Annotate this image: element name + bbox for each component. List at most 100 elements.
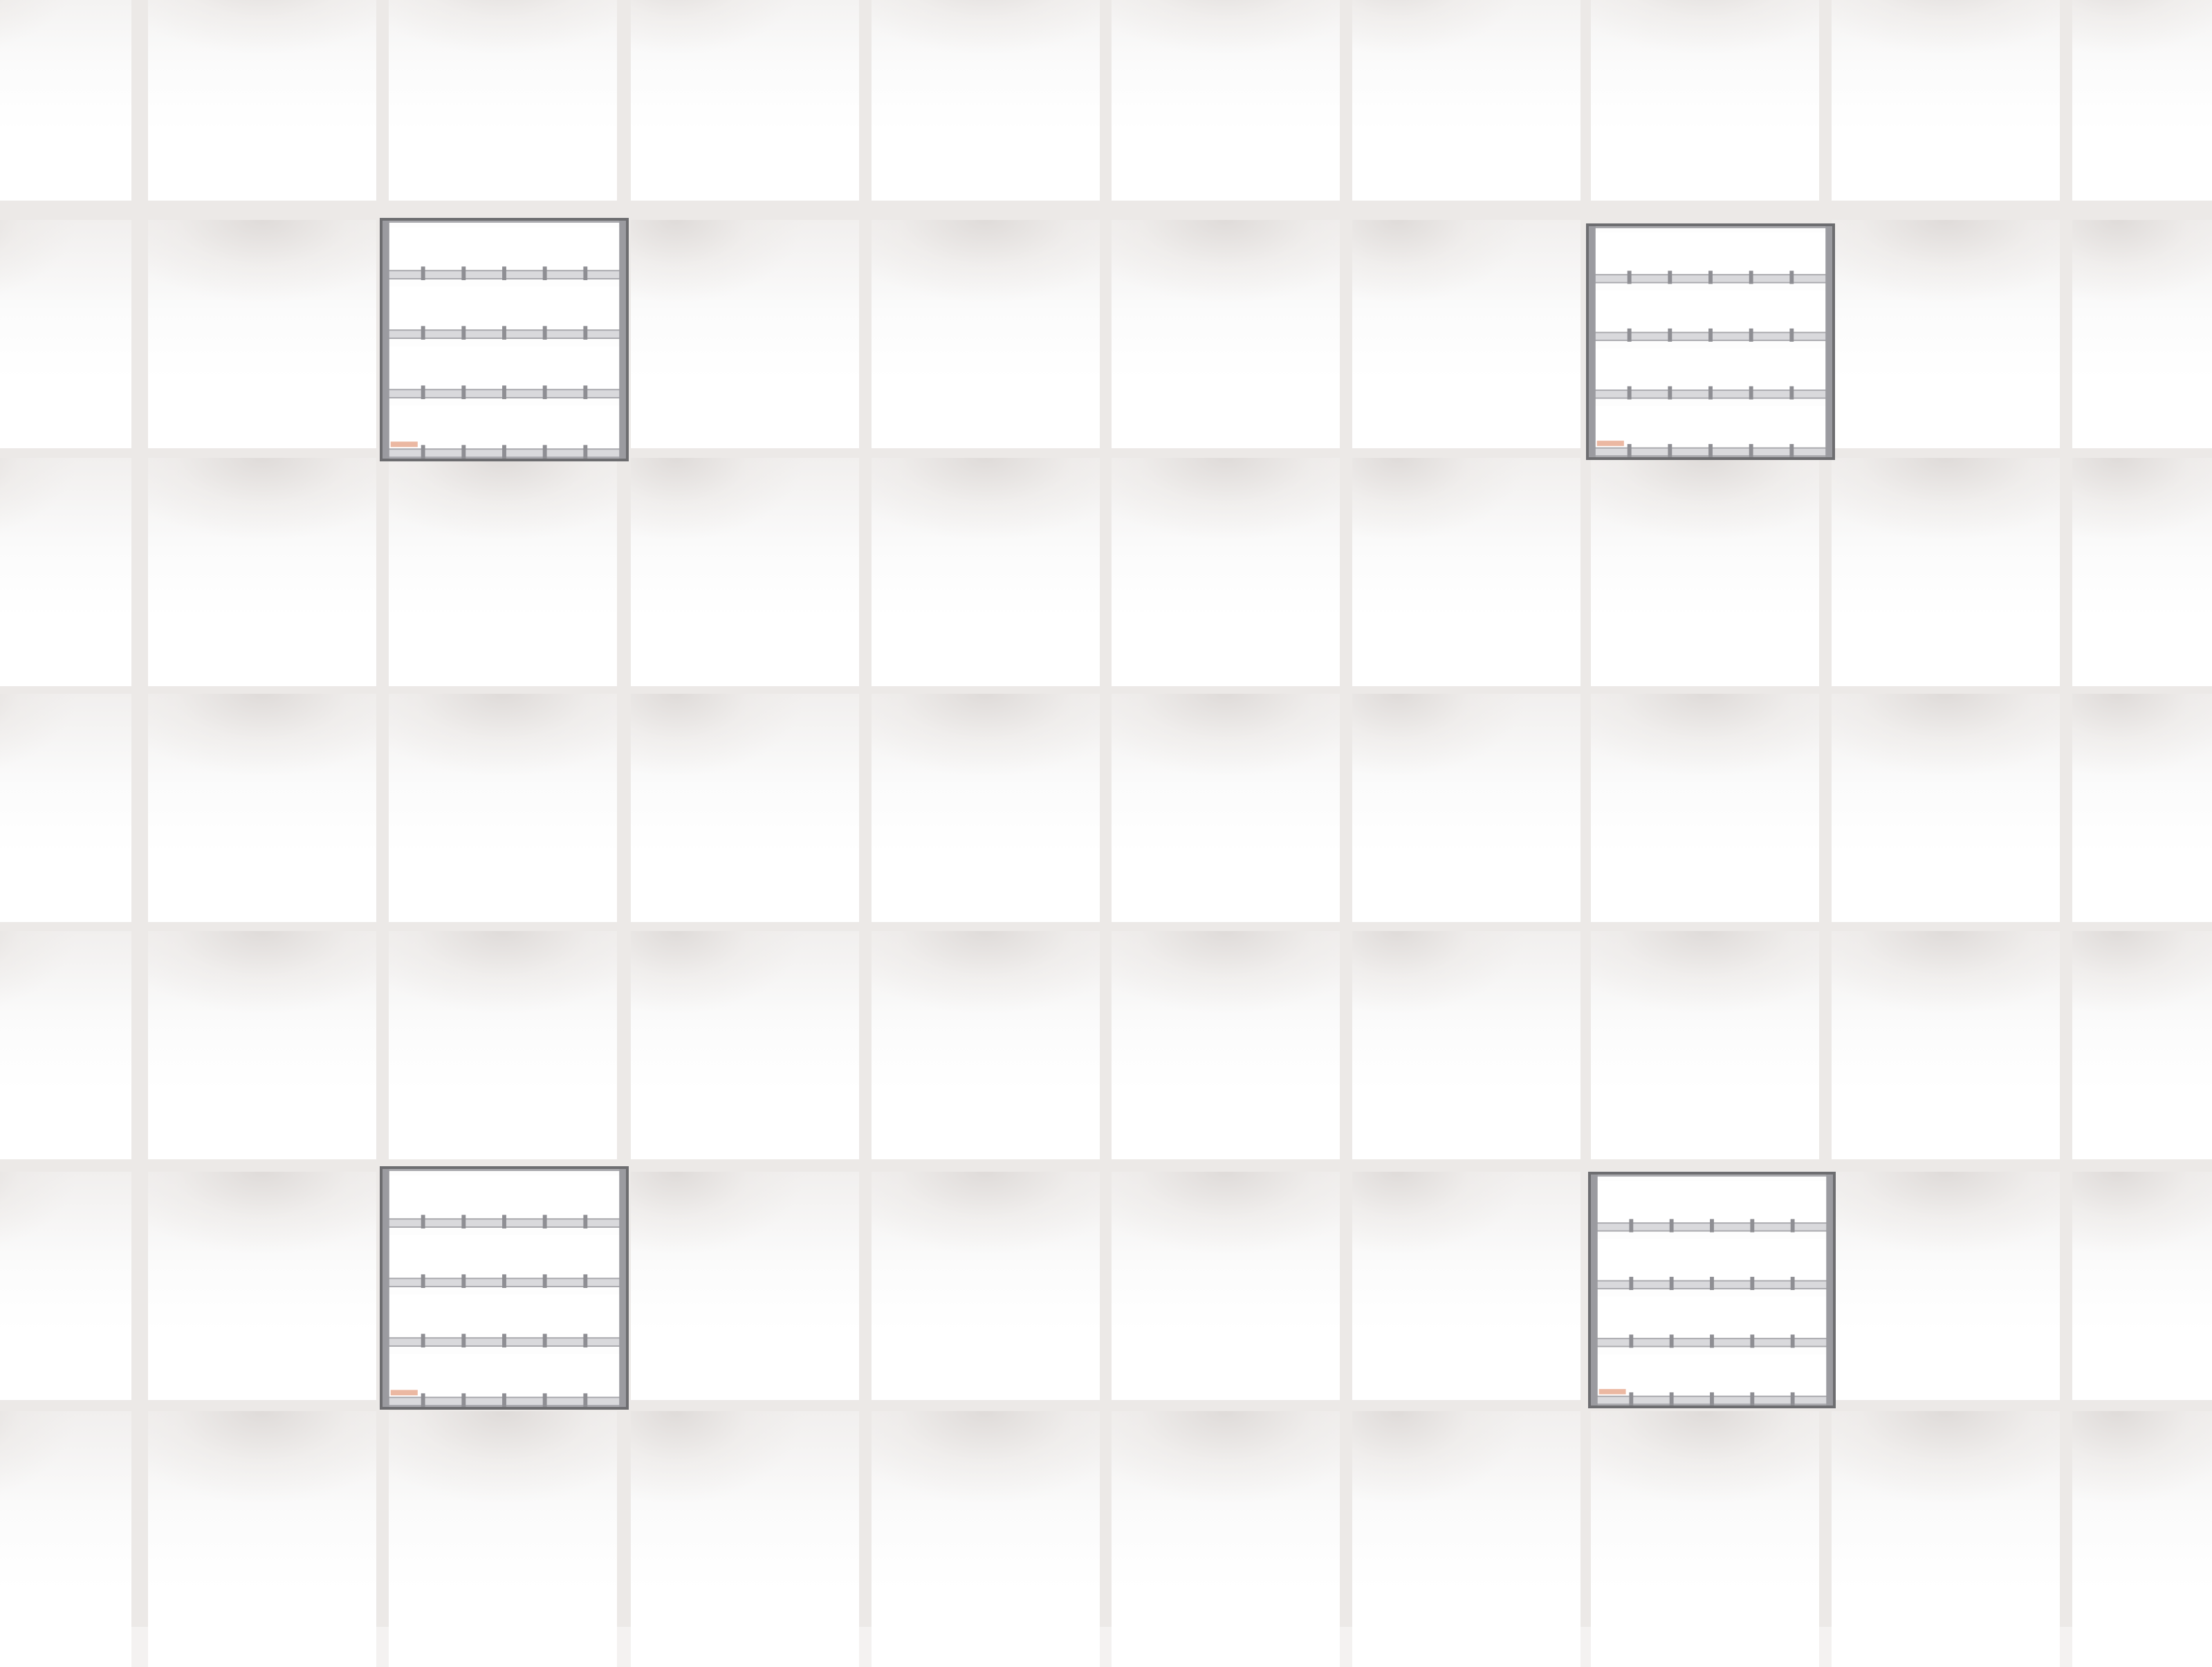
cross-baffle bbox=[542, 385, 547, 399]
fixture-top-right bbox=[1586, 223, 1835, 460]
cross-baffle bbox=[1668, 386, 1672, 400]
ceiling-tile bbox=[872, 0, 1100, 201]
cross-baffle bbox=[421, 1393, 425, 1407]
cross-baffle bbox=[502, 266, 506, 280]
ceiling-tile bbox=[872, 458, 1100, 686]
fixture-rail-left bbox=[1591, 1175, 1598, 1406]
fixture-rail-right bbox=[619, 221, 626, 459]
cross-baffle bbox=[1789, 386, 1794, 400]
ceiling-tile bbox=[148, 931, 376, 1159]
ceiling-tile bbox=[1352, 1411, 1580, 1667]
cross-baffle bbox=[1749, 386, 1753, 400]
cross-baffle bbox=[461, 326, 466, 340]
cross-baffle bbox=[542, 266, 547, 280]
ceiling-tile bbox=[1832, 1172, 2060, 1400]
ceiling-tile bbox=[631, 694, 859, 922]
warm-reflection bbox=[1598, 1389, 1626, 1394]
ceiling-tile bbox=[1832, 458, 2060, 686]
cross-baffle bbox=[542, 1393, 547, 1407]
ceiling-tile bbox=[872, 694, 1100, 922]
ceiling-tile bbox=[389, 1411, 617, 1667]
cross-baffle bbox=[461, 445, 466, 459]
cross-baffle bbox=[1790, 1276, 1795, 1290]
cross-baffle bbox=[1749, 270, 1753, 284]
ceiling-tile bbox=[1832, 1411, 2060, 1667]
cross-baffle bbox=[583, 385, 588, 399]
ceiling-tile bbox=[1832, 220, 2060, 448]
fluorescent-tube bbox=[387, 1354, 621, 1399]
ceiling-tile bbox=[1112, 1411, 1340, 1667]
fixture-louver-icon bbox=[1591, 1175, 1833, 1406]
cross-baffle bbox=[1710, 1276, 1714, 1290]
cross-baffle bbox=[1708, 386, 1713, 400]
cross-baffle bbox=[542, 1274, 547, 1288]
fluorescent-tube bbox=[1594, 348, 1827, 392]
cross-baffle bbox=[1669, 1334, 1674, 1348]
ceiling-tile bbox=[0, 220, 131, 448]
ceiling-tile bbox=[1112, 458, 1340, 686]
ceiling-tile bbox=[1832, 694, 2060, 922]
ceiling-tile bbox=[1352, 0, 1580, 201]
ceiling-tile bbox=[1352, 931, 1580, 1159]
cross-baffle bbox=[1750, 1334, 1755, 1348]
ceiling-tile bbox=[631, 220, 859, 448]
fixture-rail-left bbox=[383, 221, 389, 459]
ceiling-tile bbox=[148, 220, 376, 448]
fixture-rail-right bbox=[1825, 226, 1832, 457]
fixture-louver-icon bbox=[383, 1169, 626, 1407]
cross-baffle bbox=[1629, 1334, 1634, 1348]
fluorescent-tube bbox=[1596, 1181, 1828, 1225]
ceiling-tile bbox=[1832, 931, 2060, 1159]
ceiling-grid bbox=[0, 0, 2212, 1667]
cross-baffle bbox=[1749, 328, 1753, 342]
fluorescent-tube bbox=[387, 286, 621, 332]
cross-baffle bbox=[461, 1215, 466, 1228]
warm-reflection bbox=[1596, 441, 1624, 446]
cross-baffle bbox=[583, 445, 588, 459]
ceiling-tile bbox=[0, 1172, 131, 1400]
fixture-bottom-right bbox=[1588, 1172, 1836, 1408]
fluorescent-tube bbox=[387, 1294, 621, 1340]
cross-baffle bbox=[1627, 328, 1632, 342]
ceiling-tile bbox=[0, 694, 131, 922]
cross-baffle bbox=[502, 1274, 506, 1288]
ceiling-tile bbox=[1591, 1411, 1819, 1667]
cross-baffle bbox=[1790, 1334, 1795, 1348]
cross-baffle bbox=[583, 266, 588, 280]
cross-baffle bbox=[1668, 328, 1672, 342]
cross-baffle bbox=[502, 1334, 506, 1347]
cross-baffle bbox=[1629, 1276, 1634, 1290]
cross-baffle bbox=[1627, 386, 1632, 400]
cross-baffle bbox=[1627, 443, 1632, 457]
cross-baffle bbox=[1789, 270, 1794, 284]
cross-baffle bbox=[421, 266, 425, 280]
ceiling-tile bbox=[2072, 1172, 2212, 1400]
ceiling-tile bbox=[1591, 694, 1819, 922]
cross-baffle bbox=[1669, 1392, 1674, 1406]
ceiling-tile bbox=[2072, 458, 2212, 686]
ceiling-tile bbox=[1832, 0, 2060, 201]
cross-baffle bbox=[583, 1215, 588, 1228]
cross-baffle bbox=[461, 1393, 466, 1407]
ceiling-tile bbox=[872, 1411, 1100, 1667]
fixture-rail-right bbox=[619, 1169, 626, 1407]
cross-baffle bbox=[421, 385, 425, 399]
cross-baffle bbox=[583, 326, 588, 340]
cross-baffle bbox=[421, 1274, 425, 1288]
cross-baffle bbox=[1708, 328, 1713, 342]
cross-baffle bbox=[461, 266, 466, 280]
fixture-rail-left bbox=[1589, 226, 1596, 457]
cross-baffle bbox=[1627, 270, 1632, 284]
cross-baffle bbox=[1708, 270, 1713, 284]
ceiling-tile bbox=[148, 1172, 376, 1400]
cross-baffle bbox=[421, 1334, 425, 1347]
ceiling-tile bbox=[631, 458, 859, 686]
ceiling-tile bbox=[1352, 1172, 1580, 1400]
ceiling-tile bbox=[1112, 931, 1340, 1159]
fluorescent-tube bbox=[1594, 291, 1827, 334]
cross-baffle bbox=[1750, 1219, 1755, 1233]
fluorescent-tube bbox=[1596, 1239, 1828, 1282]
ceiling-tile bbox=[2072, 931, 2212, 1159]
cross-baffle bbox=[1710, 1334, 1714, 1348]
warm-reflection bbox=[390, 441, 418, 448]
